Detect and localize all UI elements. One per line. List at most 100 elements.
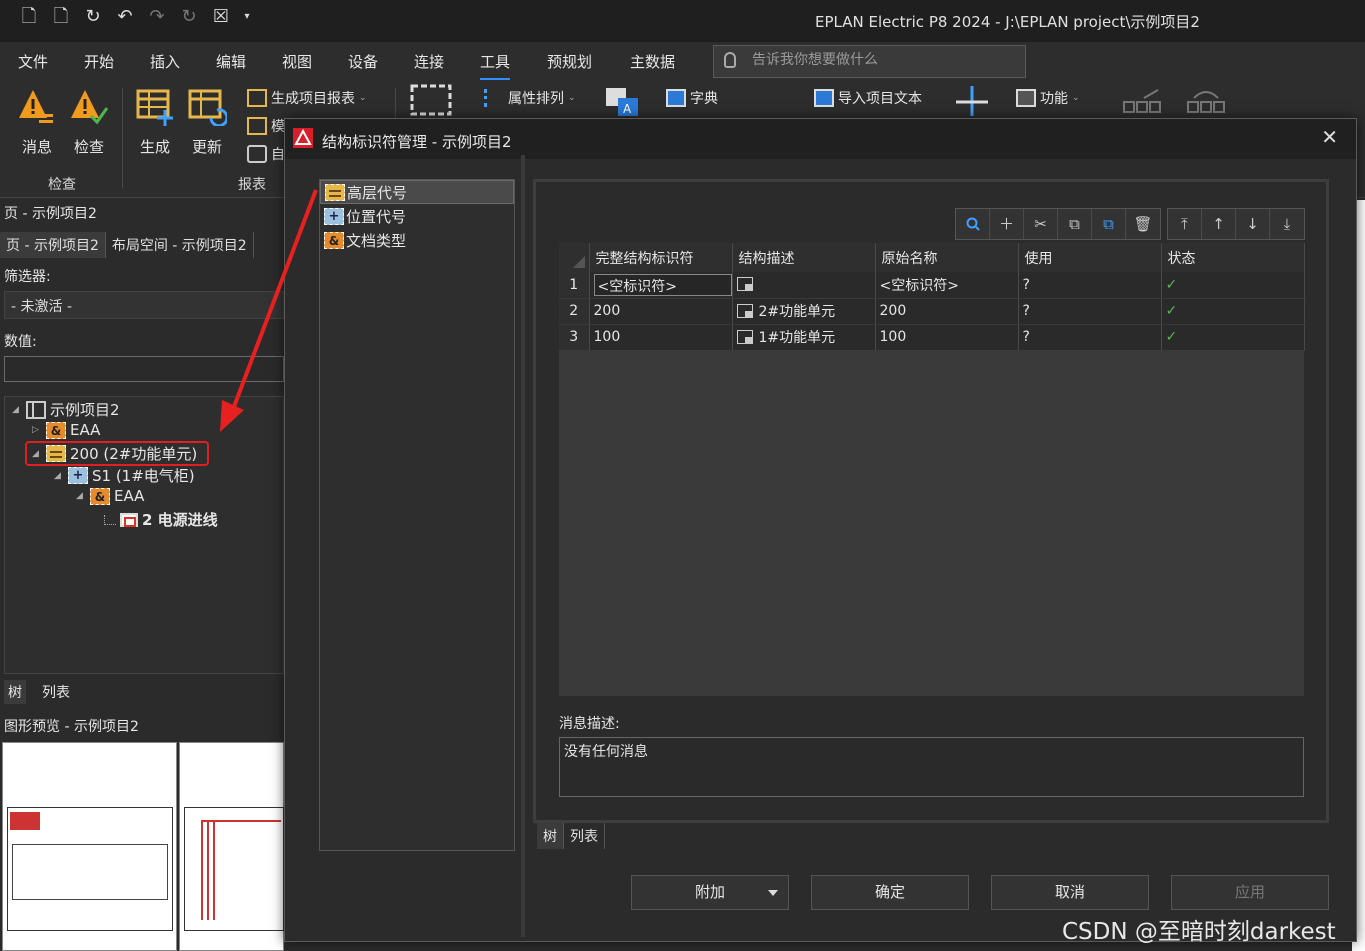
structure-item-document-type[interactable]: & 文档类型 [320, 228, 514, 252]
move-top-icon[interactable]: ⤒ [1168, 209, 1202, 239]
menu-device[interactable]: 设备 [348, 51, 378, 72]
menu-preplanning[interactable]: 预规划 [547, 51, 592, 72]
menu-master-data[interactable]: 主数据 [630, 51, 675, 72]
search-icon[interactable] [956, 209, 990, 239]
column-header-status[interactable]: 状态 [1161, 243, 1305, 272]
generate-label: 生成 [139, 138, 170, 156]
cell-full-id[interactable]: 200 [589, 298, 733, 325]
tree-node-location[interactable]: ◢ + S1 (1#电气柜) [54, 465, 195, 486]
tab-list[interactable]: 列表 [564, 823, 605, 849]
tab-list[interactable]: 列表 [38, 680, 74, 704]
menu-connect[interactable]: 连接 [414, 51, 444, 72]
disabled-checklist-button[interactable] [1122, 88, 1162, 116]
generate-button[interactable]: 生成 [132, 86, 178, 157]
tree-node-eaa-2[interactable]: ◢ & EAA [76, 487, 144, 505]
copy-icon[interactable]: ⧉ [1058, 209, 1092, 239]
tab-pages[interactable]: 页 - 示例项目2 [0, 232, 106, 258]
chevron-down-icon[interactable] [768, 890, 778, 896]
expand-icon[interactable]: ◢ [76, 491, 86, 501]
structure-item-location[interactable]: + 位置代号 [320, 204, 514, 228]
delete-icon[interactable]: 🗑 [1126, 209, 1160, 239]
dictionary-button[interactable]: 字典 [666, 88, 718, 108]
cell-usage[interactable]: ? [1018, 324, 1162, 351]
cell-full-id[interactable]: 100 [589, 324, 733, 351]
menu-view[interactable]: 视图 [282, 51, 312, 72]
undo-icon[interactable]: ↶ [114, 6, 136, 28]
column-header-usage[interactable]: 使用 [1018, 243, 1162, 272]
cell-original-name[interactable]: <空标识符> [875, 272, 1019, 299]
filter-select[interactable]: - 未激活 - [4, 291, 284, 319]
cancel-button[interactable]: 取消 [991, 875, 1149, 910]
align-button[interactable] [952, 84, 992, 118]
move-up-icon[interactable]: ↑ [1202, 209, 1236, 239]
attach-button[interactable]: 附加 [631, 875, 789, 910]
check-button[interactable]: 检查 [66, 86, 112, 157]
expand-icon[interactable]: ◢ [12, 405, 22, 415]
auto-button[interactable]: 自 [247, 144, 285, 164]
column-header-original-name[interactable]: 原始名称 [875, 243, 1019, 272]
cell-description[interactable] [732, 272, 876, 299]
move-bottom-icon[interactable]: ⤓ [1270, 209, 1304, 239]
collapse-icon[interactable]: ▷ [32, 425, 42, 435]
cell-original-name[interactable]: 100 [875, 324, 1019, 351]
table-row[interactable]: 3 100 1#功能单元 100 ? ✓ [559, 324, 1305, 351]
template-button[interactable]: 模 [247, 116, 285, 136]
redo-icon[interactable]: ↷ [146, 6, 168, 28]
update-button[interactable]: 更新 [184, 86, 230, 157]
add-icon[interactable]: ＋ [990, 209, 1024, 239]
structure-icon-button[interactable] [410, 84, 452, 116]
messages-button[interactable]: 消息 [14, 86, 60, 157]
repeat-icon[interactable]: ↻ [178, 6, 200, 28]
customize-icon[interactable]: ☒ [210, 6, 232, 28]
import-text-button[interactable]: 导入项目文本 [814, 88, 922, 108]
move-down-icon[interactable]: ↓ [1236, 209, 1270, 239]
tree-node-eaa[interactable]: ▷ & EAA [32, 421, 100, 439]
table-row[interactable]: 1 <空标识符> <空标识符> ? ✓ [559, 272, 1305, 299]
page-thumbnail-2[interactable] [179, 742, 284, 951]
tell-me-input[interactable] [752, 52, 1012, 68]
table-row[interactable]: 2 200 2#功能单元 200 ? ✓ [559, 298, 1305, 325]
paste-icon[interactable]: ⧉ [1092, 209, 1126, 239]
menu-file[interactable]: 文件 [18, 51, 48, 72]
menu-start[interactable]: 开始 [84, 51, 114, 72]
tab-tree[interactable]: 树 [537, 823, 564, 849]
cell-usage[interactable]: ? [1018, 272, 1162, 299]
cell-description[interactable]: 1#功能单元 [732, 324, 876, 351]
pane-splitter[interactable] [521, 155, 525, 937]
open-file-icon[interactable]: 🗋 [50, 6, 72, 28]
tree-node-project[interactable]: ◢ 示例项目2 [12, 399, 120, 420]
cell-usage[interactable]: ? [1018, 298, 1162, 325]
page-thumbnail-1[interactable] [2, 742, 177, 951]
cell-full-id[interactable]: <空标识符> [589, 272, 733, 299]
chevron-down-icon[interactable]: ▾ [242, 6, 252, 28]
cut-icon[interactable]: ✂ [1024, 209, 1058, 239]
tab-layout-space[interactable]: 布局空间 - 示例项目2 [106, 232, 254, 258]
refresh-icon[interactable]: ↻ [82, 6, 104, 28]
tree-node-page[interactable]: 2 电源进线 [104, 509, 218, 530]
new-file-icon[interactable]: 🗋 [18, 6, 40, 28]
translate-button[interactable]: A [604, 86, 640, 116]
document-type-icon: & [324, 231, 344, 249]
apply-button[interactable]: 应用 [1171, 875, 1329, 910]
function-button[interactable]: 功能 ⌄ [1016, 88, 1080, 108]
cell-original-name[interactable]: 200 [875, 298, 1019, 325]
generate-reports-button[interactable]: 生成项目报表 ⌄ [247, 88, 367, 108]
menu-insert[interactable]: 插入 [150, 51, 180, 72]
cell-description[interactable]: 2#功能单元 [732, 298, 876, 325]
menu-edit[interactable]: 编辑 [216, 51, 246, 72]
ok-button[interactable]: 确定 [811, 875, 969, 910]
column-header-description[interactable]: 结构描述 [732, 243, 876, 272]
tell-me-box[interactable] [713, 45, 1026, 78]
value-input[interactable] [4, 356, 284, 382]
cell-editor[interactable]: <空标识符> [593, 273, 731, 296]
property-sort-button[interactable]: 属性排列 ⌄ [484, 88, 576, 108]
column-header-full-id[interactable]: 完整结构标识符 [589, 243, 733, 272]
close-icon[interactable]: ✕ [1321, 125, 1338, 149]
menu-tools[interactable]: 工具 [480, 51, 511, 81]
tab-tree[interactable]: 树 [4, 680, 26, 704]
ribbon-separator [122, 88, 123, 188]
disabled-checklist-button-2[interactable] [1186, 88, 1226, 116]
select-all-corner[interactable] [559, 243, 590, 272]
structure-item-higher-level[interactable]: 高层代号 [320, 180, 514, 204]
expand-icon[interactable]: ◢ [54, 471, 64, 481]
